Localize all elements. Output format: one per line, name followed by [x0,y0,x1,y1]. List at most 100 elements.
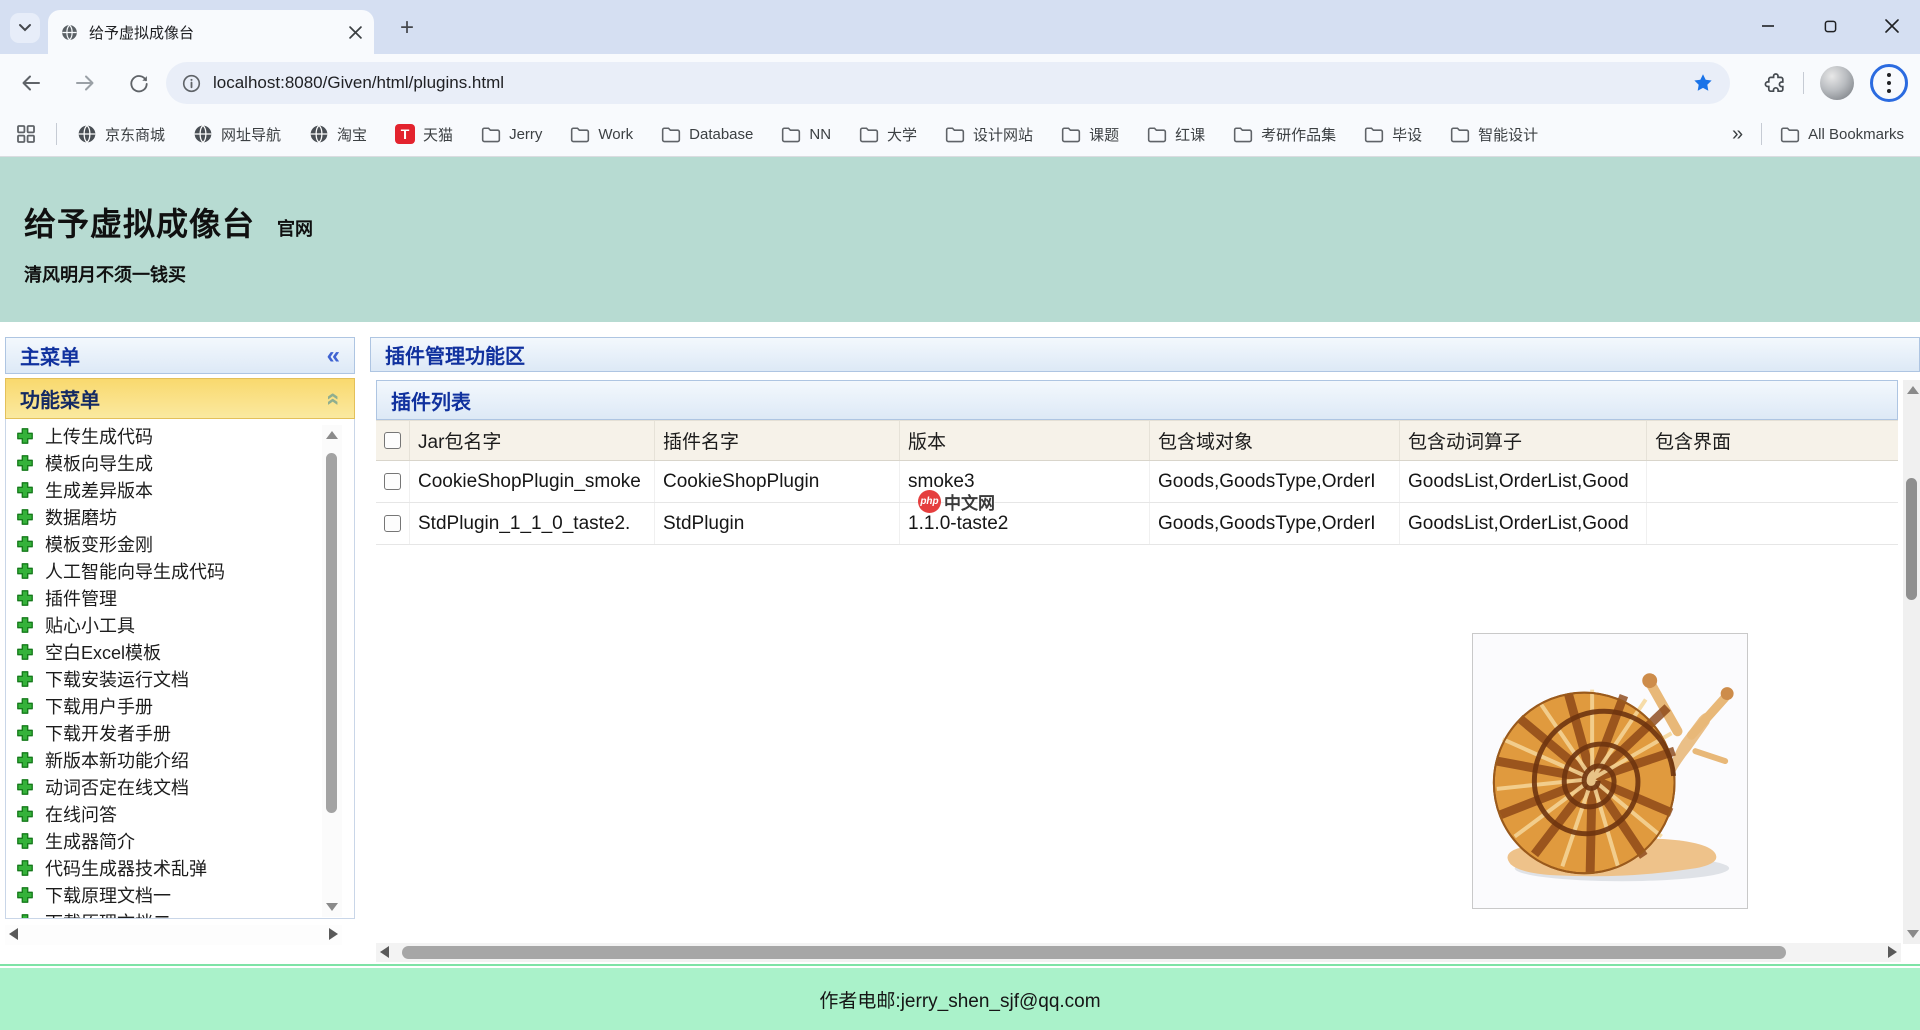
sidebar-item-tech-talk[interactable]: 代码生成器技术乱弹 [6,854,354,881]
bookmark-folder[interactable]: 智能设计 [1450,124,1538,145]
scroll-up-arrow[interactable] [1907,386,1919,394]
sidebar-item-diff-version[interactable]: 生成差异版本 [6,476,354,503]
bookmark-item[interactable]: 淘宝 [309,124,367,145]
bookmark-folder[interactable]: NN [781,126,831,143]
window-close-button[interactable] [1872,8,1912,44]
plus-icon [16,616,34,634]
sidebar-item-data-mill[interactable]: 数据磨坊 [6,503,354,530]
column-header[interactable]: 包含界面 [1647,421,1898,460]
column-header[interactable]: 包含动词算子 [1400,421,1647,460]
bookmark-star-icon[interactable] [1692,72,1714,94]
sidebar-item-blank-excel[interactable]: 空白Excel模板 [6,638,354,665]
sidebar-item-upload-gen-code[interactable]: 上传生成代码 [6,422,354,449]
plus-icon [16,724,34,742]
browser-tab[interactable]: 给予虚拟成像台 [48,10,374,54]
main-vertical-scrollbar[interactable] [1903,380,1920,944]
column-header[interactable]: 包含域对象 [1150,421,1400,460]
column-header[interactable]: 版本 [900,421,1150,460]
domains-cell: Goods,GoodsType,OrderI [1150,503,1400,544]
bookmark-folder[interactable]: 毕设 [1364,124,1422,145]
sidebar-item-user-manual[interactable]: 下载用户手册 [6,692,354,719]
site-info-icon[interactable] [182,74,201,93]
chevron-down-icon [18,21,32,35]
tab-search-button[interactable] [10,13,40,43]
sidebar-item-principle-doc-1[interactable]: 下载原理文档一 [6,881,354,908]
extensions-icon[interactable] [1763,71,1787,95]
back-button[interactable] [14,66,48,100]
sidebar-item-ai-wizard[interactable]: 人工智能向导生成代码 [6,557,354,584]
bookmark-folder[interactable]: 大学 [859,124,917,145]
sidebar-item-install-doc[interactable]: 下载安装运行文档 [6,665,354,692]
plus-icon [16,589,34,607]
bookmarks-overflow-button[interactable]: » [1732,123,1743,146]
tmall-icon: T [395,124,415,144]
table-row[interactable]: StdPlugin_1_1_0_taste2. StdPlugin 1.1.0-… [376,503,1898,545]
sidebar-horizontal-scrollbar[interactable] [5,925,342,945]
sidebar-item-generator-intro[interactable]: 生成器简介 [6,827,354,854]
scroll-down-arrow[interactable] [326,903,338,911]
sidebar-vertical-scrollbar[interactable] [322,425,342,917]
row-checkbox[interactable] [384,515,401,532]
sidebar-item-plugin-management[interactable]: 插件管理 [6,584,354,611]
scroll-down-arrow[interactable] [1907,930,1919,938]
tab-title: 给予虚拟成像台 [89,22,349,43]
collapse-up-icon[interactable]: « [319,392,347,405]
main-menu-header[interactable]: 主菜单 « [5,337,355,374]
sidebar-item-online-qa[interactable]: 在线问答 [6,800,354,827]
sidebar-item-template-wizard[interactable]: 模板向导生成 [6,449,354,476]
bookmark-item[interactable]: 京东商城 [77,124,165,145]
folder-icon [1061,126,1081,143]
bookmark-folder[interactable]: Work [570,126,633,143]
forward-button[interactable] [68,66,102,100]
profile-avatar[interactable] [1820,66,1854,100]
sidebar-item-new-features[interactable]: 新版本新功能介绍 [6,746,354,773]
sidebar-item-principle-doc-2[interactable]: 下载原理文档二 [6,908,354,919]
bookmark-folder[interactable]: Jerry [481,126,542,143]
window-maximize-button[interactable] [1810,8,1850,44]
scroll-thumb[interactable] [326,453,337,813]
scroll-left-arrow[interactable] [380,946,389,958]
bookmark-folder[interactable]: 课题 [1061,124,1119,145]
scroll-right-arrow[interactable] [329,928,338,940]
all-bookmarks-button[interactable]: All Bookmarks [1780,126,1904,143]
scroll-thumb[interactable] [1906,478,1917,600]
bookmark-folder[interactable]: 考研作品集 [1233,124,1336,145]
url-text[interactable]: localhost:8080/Given/html/plugins.html [213,73,1692,93]
sidebar-item-developer-manual[interactable]: 下载开发者手册 [6,719,354,746]
tab-close-icon[interactable] [349,26,362,39]
table-row[interactable]: CookieShopPlugin_smoke CookieShopPlugin … [376,461,1898,503]
folder-icon [1364,126,1384,143]
collapse-left-icon[interactable]: « [327,342,340,370]
scroll-thumb[interactable] [402,946,1786,959]
select-all-checkbox[interactable] [384,432,401,449]
column-header[interactable]: 插件名字 [655,421,900,460]
folder-icon [1147,126,1167,143]
scroll-left-arrow[interactable] [9,928,18,940]
window-minimize-button[interactable] [1748,8,1788,44]
plus-icon [16,778,34,796]
php-cn-watermark: php 中文网 [918,489,995,514]
scroll-right-arrow[interactable] [1888,946,1897,958]
plugin-list-header[interactable]: 插件列表 [376,380,1898,420]
apps-grid-icon[interactable] [16,124,36,144]
new-tab-button[interactable]: + [392,13,422,43]
browser-menu-button[interactable] [1870,64,1908,102]
sidebar-item-template-transformer[interactable]: 模板变形金刚 [6,530,354,557]
address-bar[interactable]: localhost:8080/Given/html/plugins.html [166,62,1730,104]
reload-button[interactable] [122,66,156,100]
main-horizontal-scrollbar[interactable] [376,943,1901,962]
folder-icon [1780,126,1800,143]
bookmark-folder[interactable]: 设计网站 [945,124,1033,145]
scroll-up-arrow[interactable] [326,431,338,439]
sidebar-item-verb-negation-doc[interactable]: 动词否定在线文档 [6,773,354,800]
bookmark-item[interactable]: T 天猫 [395,124,453,145]
bookmark-item[interactable]: 网址导航 [193,124,281,145]
plus-icon [16,427,34,445]
function-menu-header[interactable]: 功能菜单 « [5,378,355,419]
sidebar-item-handy-tools[interactable]: 贴心小工具 [6,611,354,638]
official-site-link[interactable]: 官网 [277,215,313,241]
row-checkbox[interactable] [384,473,401,490]
bookmark-folder[interactable]: 红课 [1147,124,1205,145]
column-header[interactable]: Jar包名字 [410,421,655,460]
bookmark-folder[interactable]: Database [661,126,753,143]
